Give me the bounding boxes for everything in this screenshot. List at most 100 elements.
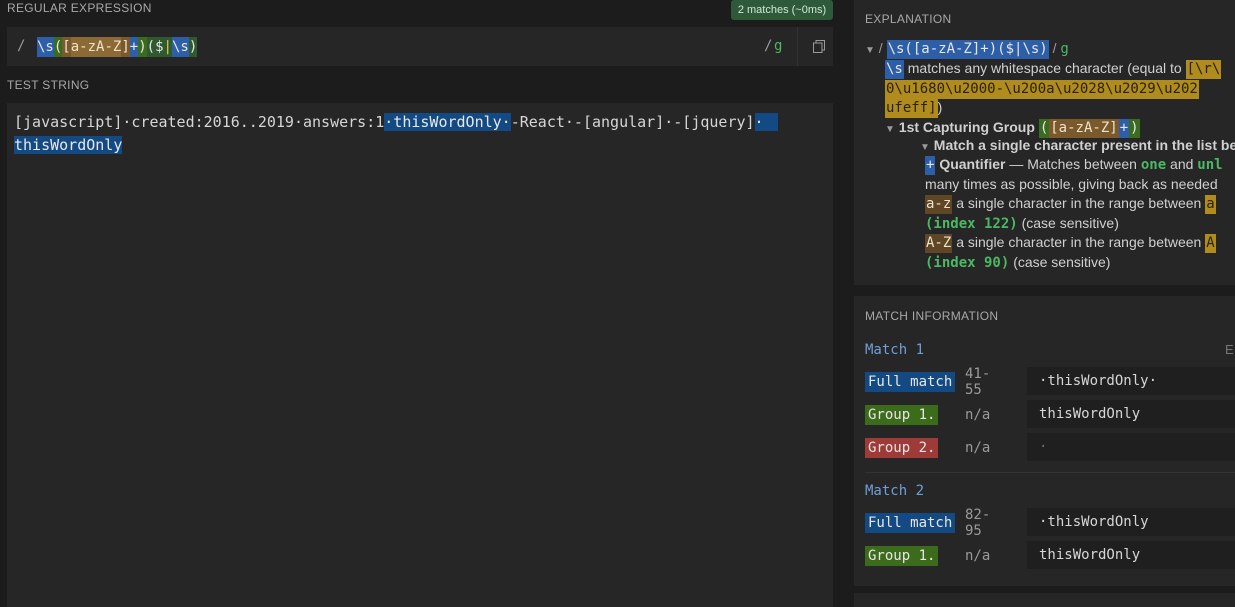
regex-bar-divider xyxy=(797,27,798,66)
regex-token-group2-open: ( xyxy=(146,37,156,57)
range1-start: a xyxy=(1205,195,1216,214)
regex-open-delimiter: / xyxy=(17,38,26,54)
explanation-range2-line-2: (index 90) (case sensitive) xyxy=(925,252,1110,272)
regex-pattern[interactable]: \s ( [ a-z A-Z ] + ) ( $ | \s ) xyxy=(37,37,198,57)
quantifier-title: Quantifier xyxy=(939,156,1006,172)
regex-token-group1-close: ) xyxy=(138,37,147,57)
whitespace-list-close: ) xyxy=(937,99,943,115)
regex-token-whitespace: \s xyxy=(37,37,54,57)
match-1-group1-row[interactable]: Group 1. n/a thisWordOnly xyxy=(865,400,1235,428)
match-single-title: Match a single character present in the … xyxy=(933,137,1235,153)
whitespace-token: \s xyxy=(885,60,904,79)
range2-case: (case sensitive) xyxy=(1013,254,1111,270)
match-info-section-label: MATCH INFORMATION xyxy=(865,309,999,323)
test-string-line-1: [javascript]·created:2016..2019·answers:… xyxy=(14,111,778,133)
full-match-value: ·thisWordOnly· xyxy=(1027,367,1235,395)
match-2-highlight-start: · xyxy=(754,113,778,131)
range1-token: a-z xyxy=(925,195,953,214)
explanation-range2-line: A-Z a single character in the range betw… xyxy=(925,232,1216,253)
full-match-tag: Full match xyxy=(865,372,956,392)
explanation-range1-line: a-z a single character in the range betw… xyxy=(925,193,1216,214)
quantifier-unlimited: unl xyxy=(1197,157,1223,173)
regex-editor-pane: REGULAR EXPRESSION 2 matches (~0ms) / \s… xyxy=(0,0,834,607)
group-1-value: thisWordOnly xyxy=(1027,400,1235,428)
regex-token-range-upper: A-Z xyxy=(96,37,122,57)
group-1-tag: Group 1. xyxy=(865,405,939,425)
group-2-value: · xyxy=(1027,433,1235,461)
explanation-quantifier-line: + Quantifier — Matches between one and u… xyxy=(925,154,1223,175)
quantifier-desc-1: — Matches between xyxy=(1009,156,1137,172)
group-2-tag: Group 2. xyxy=(865,438,939,458)
regex-token-set-open: [ xyxy=(62,37,71,57)
full-match-value: ·thisWordOnly xyxy=(1027,508,1235,536)
export-matches-link[interactable]: E xyxy=(1225,342,1234,357)
full-match-range: 82-95 xyxy=(965,507,991,539)
whitespace-list-1: [\r\ xyxy=(1185,60,1222,79)
explanation-quantifier-line-2: many times as possible, giving back as n… xyxy=(925,174,1218,194)
explanation-open-delimiter: / xyxy=(878,40,883,56)
match-count-badge: 2 matches (~0ms) xyxy=(731,0,833,20)
match-2-full-row[interactable]: Full match 82-95 ·thisWordOnly xyxy=(865,507,1235,539)
range2-start: A xyxy=(1205,234,1216,253)
group-1-tag: Group 1. xyxy=(865,546,939,566)
test-string-section-label: TEST STRING xyxy=(7,78,90,92)
test-text-middle: -React·-[angular]·-[jquery] xyxy=(510,113,755,131)
range1-case: (case sensitive) xyxy=(1021,215,1119,231)
explanation-close-delimiter: / xyxy=(1052,40,1057,56)
quantifier-desc-2: many times as possible, giving back as n… xyxy=(925,176,1218,192)
range1-index: (index 122) xyxy=(925,216,1018,232)
quantifier-token: + xyxy=(925,156,936,175)
explanation-header: ▼ / \s([a-zA-Z]+)($|\s) / g xyxy=(865,38,1069,59)
match-single-caret-icon[interactable]: ▼ xyxy=(920,142,930,153)
match-1-full-row[interactable]: Full match 41-55 ·thisWordOnly· xyxy=(865,366,1235,398)
match-information-panel: MATCH INFORMATION E Match 1 Full match 4… xyxy=(854,296,1235,586)
regex-flags[interactable]: g xyxy=(774,38,782,54)
explanation-flag: g xyxy=(1060,41,1069,57)
explanation-whitespace-line-2: 0\u1680\u2000-\u200a\u2028\u2029\u202 xyxy=(885,78,1199,99)
test-text-prefix: [javascript]·created:2016..2019·answers:… xyxy=(14,113,385,131)
regex-input[interactable]: / \s ( [ a-z A-Z ] + ) ( $ | \s ) / g xyxy=(7,27,833,66)
range2-token: A-Z xyxy=(925,234,953,253)
group-1-value: thisWordOnly xyxy=(1027,541,1235,569)
collapse-caret-icon[interactable]: ▼ xyxy=(865,45,875,56)
match-1-title[interactable]: Match 1 xyxy=(865,342,924,358)
test-string-input[interactable]: [javascript]·created:2016..2019·answers:… xyxy=(7,103,833,607)
whitespace-list-3: ufeff] xyxy=(885,99,938,118)
regex-token-quantifier: + xyxy=(129,37,139,57)
regex-token-group2-close: ) xyxy=(188,37,198,57)
whitespace-desc: matches any whitespace character (equal … xyxy=(907,60,1182,76)
quantifier-and: and xyxy=(1170,156,1194,172)
copy-icon[interactable] xyxy=(813,40,825,53)
group1-title: 1st Capturing Group xyxy=(898,119,1035,135)
explanation-range1-line-2: (index 122) (case sensitive) xyxy=(925,213,1119,233)
match-2-highlight-end: thisWordOnly xyxy=(14,136,123,154)
explanation-panel: EXPLANATION ▼ / \s([a-zA-Z]+)($|\s) / g … xyxy=(854,0,1235,285)
explanation-group1-line: ▼ 1st Capturing Group ([a-zA-Z] +) xyxy=(885,117,1140,138)
match-1-group2-row[interactable]: Group 2. n/a · xyxy=(865,433,1235,461)
range2-desc: a single character in the range between xyxy=(956,234,1202,250)
regex-close-delimiter: / xyxy=(764,38,773,54)
regex-token-alternation: | xyxy=(163,37,172,57)
range1-desc: a single character in the range between xyxy=(956,195,1202,211)
regex-token-set-close: ] xyxy=(121,37,130,57)
full-match-range: 41-55 xyxy=(965,366,991,398)
test-string-line-2: thisWordOnly xyxy=(14,134,123,156)
explanation-section-label: EXPLANATION xyxy=(865,12,952,26)
explanation-whitespace-line: \s matches any whitespace character (equ… xyxy=(885,58,1222,79)
match-2-title[interactable]: Match 2 xyxy=(865,483,924,499)
regex-token-group1-open: ( xyxy=(53,37,63,57)
regex-section-label: REGULAR EXPRESSION xyxy=(7,1,152,15)
group-2-range: n/a xyxy=(965,440,991,456)
next-panel-edge xyxy=(854,593,1235,607)
match-2-group1-row[interactable]: Group 1. n/a thisWordOnly xyxy=(865,541,1235,569)
group-1-range: n/a xyxy=(965,548,991,564)
group-1-range: n/a xyxy=(965,407,991,423)
explanation-match-single-line: ▼ Match a single character present in th… xyxy=(920,135,1235,155)
regex-token-whitespace-2: \s xyxy=(171,37,189,57)
regex-token-range-lower: a-z xyxy=(70,37,97,57)
full-match-tag: Full match xyxy=(865,513,956,533)
group1-caret-icon[interactable]: ▼ xyxy=(885,124,895,135)
range2-index: (index 90) xyxy=(925,255,1010,271)
explanation-whitespace-line-3: ufeff]) xyxy=(885,97,943,118)
quantifier-one: one xyxy=(1140,157,1167,173)
